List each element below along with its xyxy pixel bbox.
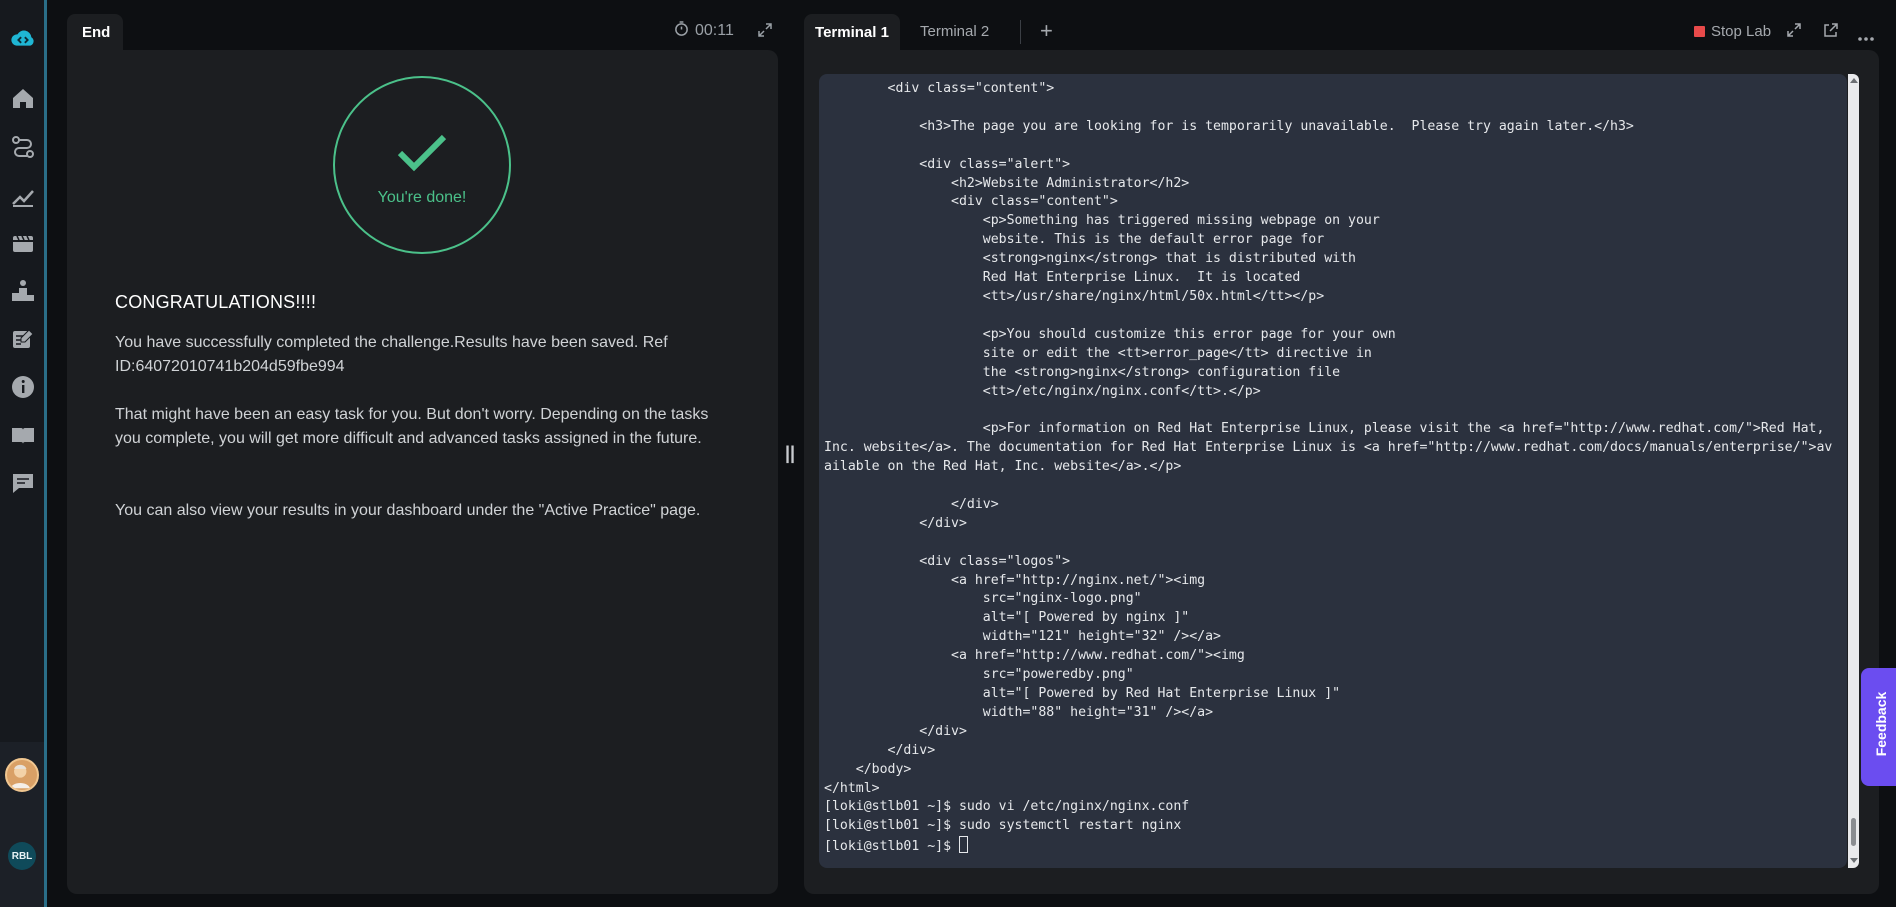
terminal-line: <strong>nginx</strong> that is distribut… [982,251,1356,267]
feedback-button[interactable]: Feedback [1861,668,1896,786]
terminal-lines: <div class="content"> <h3>The page you a… [824,81,1832,833]
terminal-line: <a href="http://www.redhat.com/"><img [951,648,1245,664]
terminal-line: </div> [951,496,999,512]
terminal-line: </html> [824,780,880,796]
scroll-thumb[interactable] [1851,818,1856,846]
terminal-line: ailable on the Red Hat, Inc. website</a>… [824,459,1182,475]
expand-icon[interactable] [758,23,772,42]
terminal-line: Red Hat Enterprise Linux. It is located [982,270,1301,286]
sidebar: RBL [0,0,44,907]
expand-icon[interactable] [1787,23,1801,42]
done-badge: You're done! [333,76,511,254]
more-options-icon[interactable] [1858,28,1874,46]
feedback-label: Feedback [1873,691,1889,757]
terminal-line: </div> [919,723,967,739]
terminal-line: website. This is the default error page … [982,232,1325,248]
terminal-line: <tt>/usr/share/nginx/html/50x.html</tt><… [982,288,1325,304]
terminal-line: site or edit the <tt>error_page</tt> dir… [982,345,1372,361]
scroll-down-arrow-icon[interactable] [1850,858,1858,863]
checkmark-icon [397,134,447,172]
terminal-line: [loki@stlb01 ~]$ sudo vi /etc/nginx/ngin… [824,799,1190,815]
terminal-line: <tt>/etc/nginx/nginx.conf</tt>.</p> [982,383,1261,399]
terminal-line: alt="[ Powered by nginx ]" [982,610,1190,626]
terminal-output: <div class="content"> <h3>The page you a… [819,74,1847,857]
sidebar-divider [44,0,47,907]
progress-chart-icon[interactable] [9,181,37,209]
terminal-line: src="poweredby.png" [982,667,1134,683]
app-logo-icon[interactable] [9,26,37,54]
congratulations-heading: CONGRATULATIONS!!!! [115,292,317,312]
terminal-line: Inc. website</a>. The documentation for … [824,440,1833,456]
difficulty-paragraph: That might have been an easy task for yo… [115,406,709,447]
tab-terminal-2[interactable]: Terminal 2 [920,23,989,40]
done-text: You're done! [377,189,467,206]
stop-lab-label: Stop Lab [1711,23,1772,40]
timer-value: 00:11 [695,22,734,39]
stopwatch-icon [674,21,689,41]
scroll-up-arrow-icon[interactable] [1850,78,1858,83]
terminal-line: src="nginx-logo.png" [982,591,1142,607]
terminal-line: <div class="alert"> [919,156,1071,172]
terminal-line: </body> [855,761,912,777]
end-panel: You're done! [67,50,778,894]
tab-end[interactable]: End [67,14,123,50]
terminal-line: </div> [919,515,967,531]
result-paragraph: You have successfully completed the chal… [115,334,668,375]
terminal-line: alt="[ Powered by Red Hat Enterprise Lin… [982,686,1341,701]
tab-terminal-1[interactable]: Terminal 1 [804,14,900,50]
terminal-line: <h2>Website Administrator</h2> [951,175,1190,191]
film-icon[interactable] [9,229,37,257]
tab-separator [1020,20,1021,44]
terminal-cursor [958,836,968,854]
terminal[interactable]: <div class="content"> <h3>The page you a… [819,74,1847,868]
terminal-line: <a href="http://nginx.net/"><img [951,572,1206,588]
terminal-line: width="88" height="31" /></a> [982,704,1214,720]
avatar[interactable] [5,758,39,792]
terminal-line: [loki@stlb01 ~]$ sudo systemctl restart … [824,818,1182,834]
add-tab-button[interactable]: + [1040,18,1053,44]
stop-icon [1694,26,1705,37]
terminal-line: <p>Something has triggered missing webpa… [982,213,1380,229]
info-icon[interactable] [9,373,37,401]
terminal-line: <div class="content"> [951,194,1118,210]
terminal-line: <div class="logos"> [919,553,1071,569]
terminal-line: <h3>The page you are looking for is temp… [919,118,1634,134]
timer: 00:11 [674,21,734,41]
leaderboard-icon[interactable] [9,277,37,305]
dashboard-paragraph: You can also view your results in your d… [115,502,701,519]
terminal-line: <p>You should customize this error page … [982,326,1396,342]
terminal-line: the <strong>nginx</strong> configuration… [982,364,1341,380]
route-icon[interactable] [9,133,37,161]
stop-lab-button[interactable]: Stop Lab [1694,23,1771,40]
home-icon[interactable] [9,84,37,112]
panel-splitter[interactable]: || [785,443,795,464]
terminal-line: <p>For information on Red Hat Enterprise… [982,421,1825,437]
terminal-prompt: [loki@stlb01 ~]$ [824,839,959,855]
edit-notes-icon[interactable] [9,325,37,353]
terminal-line: width="121" height="32" /></a> [982,629,1221,645]
book-icon[interactable] [9,421,37,449]
chat-icon[interactable] [9,469,37,497]
user-initials[interactable]: RBL [8,842,36,870]
terminal-scrollbar[interactable] [1848,74,1859,868]
open-external-icon[interactable] [1823,23,1838,43]
terminal-line: </div> [887,742,936,758]
terminal-line: <div class="content"> [887,81,1055,96]
